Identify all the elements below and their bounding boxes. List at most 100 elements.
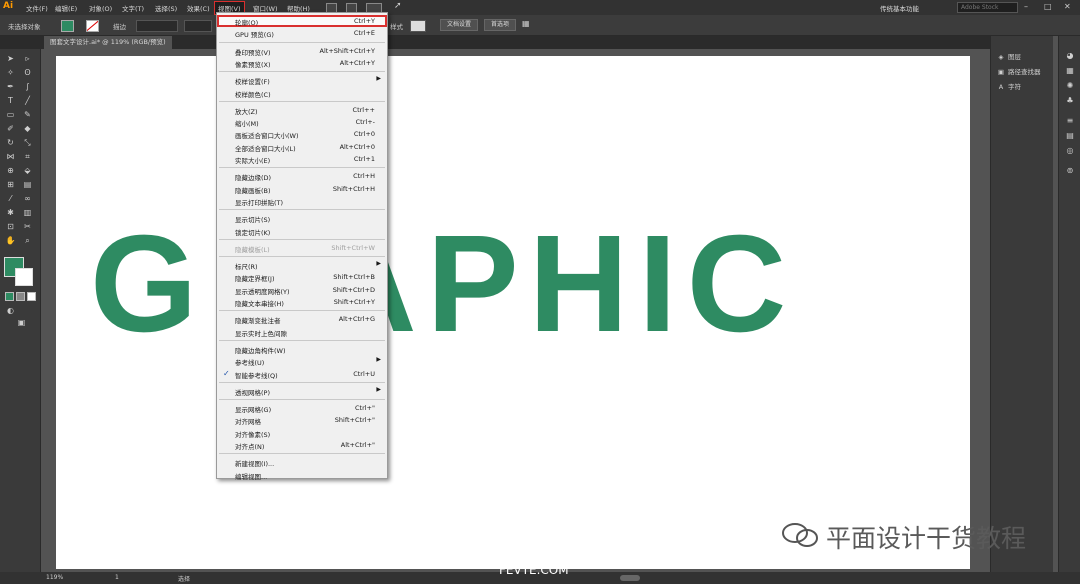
- swatches-panel-icon[interactable]: ▦: [1065, 66, 1075, 76]
- gradient-panel-icon[interactable]: ▤: [1065, 131, 1075, 141]
- variable-width-field[interactable]: [184, 20, 212, 32]
- line-tool-icon[interactable]: ╱: [22, 96, 33, 105]
- symbol-sprayer-icon[interactable]: ✱: [5, 208, 16, 217]
- curvature-tool-icon[interactable]: ∫: [22, 82, 33, 91]
- maximize-icon[interactable]: □: [1044, 2, 1052, 11]
- slice-tool-icon[interactable]: ✂: [22, 222, 33, 231]
- view-menu-item[interactable]: 隐藏渐变批注者 Alt+Ctrl+G: [217, 313, 387, 325]
- view-menu-item[interactable]: 显示实时上色间隙: [217, 326, 387, 338]
- menu-effect[interactable]: 效果(C): [187, 3, 210, 13]
- character-panel-tab[interactable]: A 字符: [997, 81, 1021, 91]
- color-panel-icon[interactable]: ◕: [1065, 51, 1075, 61]
- type-tool-icon[interactable]: T: [5, 96, 16, 105]
- free-transform-icon[interactable]: ⌗: [22, 152, 33, 161]
- paintbrush-icon[interactable]: ✎: [22, 110, 33, 119]
- view-menu-item[interactable]: 对齐点(N) Alt+Ctrl+": [217, 439, 387, 451]
- artwork-text[interactable]: GRAPHIC: [90, 215, 796, 353]
- width-tool-icon[interactable]: ⋈: [5, 152, 16, 161]
- view-menu-item[interactable]: 隐藏边缘(D) Ctrl+H: [217, 170, 387, 182]
- view-menu-item[interactable]: 显示透明度网格(Y) Shift+Ctrl+D: [217, 284, 387, 296]
- layers-panel-tab[interactable]: ◈ 图层: [997, 51, 1022, 61]
- horizontal-scrollbar[interactable]: [620, 575, 640, 581]
- menu-edit[interactable]: 编辑(E): [55, 3, 77, 13]
- menu-object[interactable]: 对象(O): [89, 3, 112, 13]
- eyedropper-icon[interactable]: ⁄: [5, 194, 16, 203]
- view-menu-item[interactable]: 标尺(R) ▶: [217, 259, 387, 271]
- menu-type[interactable]: 文字(T): [122, 3, 144, 13]
- rotate-tool-icon[interactable]: ↻: [5, 138, 16, 147]
- document-tab[interactable]: 图套文字设计.ai* @ 119% (RGB/预览): [44, 36, 172, 49]
- stock-search-input[interactable]: Adobe Stock: [957, 2, 1018, 13]
- view-menu-item[interactable]: 像素预览(X) Alt+Ctrl+Y: [217, 57, 387, 69]
- artboard-number[interactable]: 1: [115, 574, 119, 581]
- blend-tool-icon[interactable]: ∞: [22, 194, 33, 203]
- view-menu-item[interactable]: 显示网格(G) Ctrl+": [217, 402, 387, 414]
- direct-selection-tool-icon[interactable]: ▹: [22, 54, 33, 63]
- view-menu-item[interactable]: 隐藏定界框(J) Shift+Ctrl+B: [217, 271, 387, 283]
- hand-tool-icon[interactable]: ✋: [5, 236, 16, 245]
- shaper-tool-icon[interactable]: ✐: [5, 124, 16, 133]
- pathfinder-panel-tab[interactable]: ▣ 路径查找器: [997, 66, 1041, 76]
- magic-wand-icon[interactable]: ✧: [5, 68, 16, 77]
- view-menu-item[interactable]: 校样设置(F) ▶: [217, 74, 387, 86]
- graphic-style-swatch[interactable]: [410, 20, 426, 32]
- view-menu-item[interactable]: 画板适合窗口大小(W) Ctrl+0: [217, 128, 387, 140]
- view-menu-item[interactable]: 校样颜色(C): [217, 87, 387, 99]
- stroke-swatch[interactable]: [86, 20, 99, 32]
- live-paint-icon[interactable]: ⬙: [22, 166, 33, 175]
- view-menu-item[interactable]: 轮廓(O) Ctrl+Y: [217, 15, 387, 27]
- gpu-rocket-icon[interactable]: ➚: [394, 1, 402, 11]
- artboard-tool-icon[interactable]: ⊡: [5, 222, 16, 231]
- appearance-panel-icon[interactable]: ⊚: [1065, 166, 1075, 176]
- screen-mode-icon[interactable]: ▣: [16, 318, 27, 327]
- view-menu-item[interactable]: 隐藏边角构件(W): [217, 343, 387, 355]
- view-menu-item[interactable]: 参考线(U) ▶: [217, 355, 387, 367]
- scale-tool-icon[interactable]: ⤡: [22, 138, 33, 147]
- brushes-panel-icon[interactable]: ✺: [1065, 81, 1075, 91]
- view-menu-item[interactable]: 编辑视图...: [217, 469, 387, 481]
- view-menu-item[interactable]: ✓ 智能参考线(Q) Ctrl+U: [217, 368, 387, 380]
- workspace-switcher[interactable]: 传统基本功能: [880, 3, 919, 13]
- zoom-tool-icon[interactable]: ⌕: [22, 236, 33, 245]
- pen-tool-icon[interactable]: ✒: [5, 82, 16, 91]
- eraser-icon[interactable]: ◆: [22, 124, 33, 133]
- preferences-button[interactable]: 首选项: [484, 19, 516, 31]
- rectangle-tool-icon[interactable]: ▭: [5, 110, 16, 119]
- view-menu-item[interactable]: 缩小(M) Ctrl+-: [217, 116, 387, 128]
- zoom-level[interactable]: 119%: [46, 574, 63, 581]
- view-menu-item[interactable]: 隐藏画板(B) Shift+Ctrl+H: [217, 183, 387, 195]
- view-menu-item[interactable]: 显示打印拼贴(T): [217, 195, 387, 207]
- view-menu-item[interactable]: 透视网格(P) ▶: [217, 385, 387, 397]
- view-menu-item[interactable]: 显示切片(S): [217, 212, 387, 224]
- document-setup-button[interactable]: 文档设置: [440, 19, 478, 31]
- view-menu-item[interactable]: 锁定切片(K): [217, 225, 387, 237]
- color-mode-icon[interactable]: [5, 292, 14, 301]
- minimize-icon[interactable]: –: [1024, 2, 1028, 11]
- shape-builder-icon[interactable]: ⊕: [5, 166, 16, 175]
- view-menu-item[interactable]: GPU 预览(G) Ctrl+E: [217, 27, 387, 39]
- view-menu-item[interactable]: 叠印预览(V) Alt+Shift+Ctrl+Y: [217, 45, 387, 57]
- selection-tool-icon[interactable]: ➤: [5, 54, 16, 63]
- close-icon[interactable]: ✕: [1064, 2, 1071, 11]
- perspective-grid-icon[interactable]: ⊞: [5, 180, 16, 189]
- symbols-panel-icon[interactable]: ♣: [1065, 96, 1075, 106]
- stroke-color-box[interactable]: [15, 268, 33, 286]
- view-menu-item[interactable]: 新建视图(I)...: [217, 456, 387, 468]
- gradient-tool-icon[interactable]: ▤: [22, 180, 33, 189]
- none-mode-icon[interactable]: [27, 292, 36, 301]
- view-menu-item[interactable]: 对齐像素(S): [217, 427, 387, 439]
- transparency-panel-icon[interactable]: ◎: [1065, 146, 1075, 156]
- gradient-mode-icon[interactable]: [16, 292, 25, 301]
- menu-select[interactable]: 选择(S): [155, 3, 177, 13]
- draw-mode-icon[interactable]: ◐: [5, 306, 16, 315]
- fill-swatch[interactable]: [61, 20, 74, 32]
- graph-tool-icon[interactable]: ▥: [22, 208, 33, 217]
- view-menu-item[interactable]: 放大(Z) Ctrl++: [217, 104, 387, 116]
- view-menu-item[interactable]: 隐藏文本串接(H) Shift+Ctrl+Y: [217, 296, 387, 308]
- lasso-icon[interactable]: ʘ: [22, 68, 33, 77]
- stroke-panel-icon[interactable]: ≡: [1065, 116, 1075, 126]
- view-menu-item[interactable]: 对齐网格 Shift+Ctrl+": [217, 414, 387, 426]
- arrange-docs-icon[interactable]: ▦: [522, 19, 530, 28]
- view-menu-item[interactable]: 全部适合窗口大小(L) Alt+Ctrl+0: [217, 141, 387, 153]
- view-menu-item[interactable]: 实际大小(E) Ctrl+1: [217, 153, 387, 165]
